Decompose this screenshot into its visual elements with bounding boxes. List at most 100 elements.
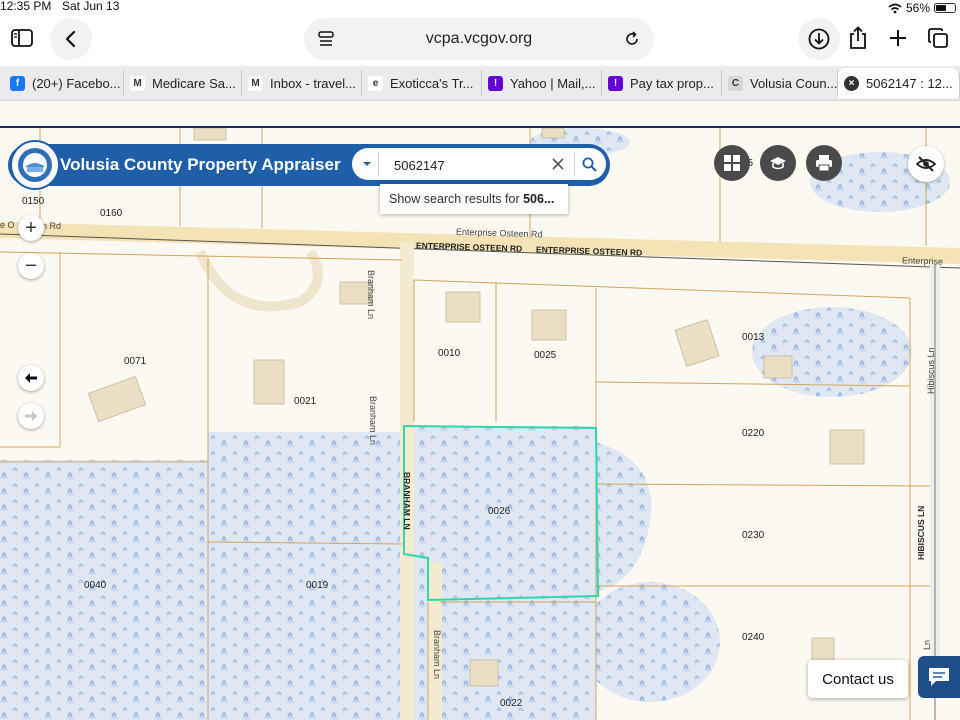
downloads-button[interactable] xyxy=(798,18,840,60)
wifi-icon xyxy=(888,3,902,13)
parcel-label: 0026 xyxy=(488,506,511,517)
map-canvas xyxy=(0,128,960,720)
tab-label: (20+) Facebo... xyxy=(32,75,121,91)
search-type-dropdown[interactable] xyxy=(356,152,379,176)
close-icon xyxy=(552,158,564,170)
seal-icon xyxy=(18,148,52,182)
road-label: Branham Ln xyxy=(432,630,442,680)
sidebar-toggle-button[interactable] xyxy=(6,22,38,54)
grid-icon xyxy=(724,155,740,171)
new-tab-button[interactable] xyxy=(882,22,914,54)
parcel-map[interactable]: 0150 0160 0071 0021 0010 0025 0013 0220 … xyxy=(0,126,960,720)
road-label: Hibiscus Ln xyxy=(926,347,936,394)
app-title: Volusia County Property Appraiser xyxy=(60,155,341,174)
parcel-label: 0022 xyxy=(500,698,523,709)
road-label: Branham Ln xyxy=(368,396,378,446)
tab-label: Volusia Coun... xyxy=(750,75,838,91)
parcel-label: 0230 xyxy=(742,530,765,541)
tab-label: Exoticca's Tr... xyxy=(390,75,474,91)
parcel-label: 0021 xyxy=(294,396,317,407)
tab-overview-button[interactable] xyxy=(922,22,954,54)
url-text: vcpa.vcgov.org xyxy=(425,30,533,47)
parcel-label: 0025 xyxy=(534,350,557,361)
exoticca-icon: e xyxy=(368,75,383,91)
print-button[interactable] xyxy=(806,145,842,181)
generic-site-icon: C xyxy=(728,75,743,91)
status-date: Sat Jun 13 xyxy=(62,0,120,13)
sidebar-icon xyxy=(11,29,33,47)
road-label: Branham Ln xyxy=(366,270,376,320)
chat-button[interactable] xyxy=(918,656,960,698)
zoom-out-button[interactable]: − xyxy=(18,253,44,279)
contact-us-button[interactable]: Contact us xyxy=(808,660,908,698)
toggle-visibility-button[interactable] xyxy=(908,146,944,182)
basemap-gallery-button[interactable] xyxy=(714,145,750,181)
eye-slash-icon xyxy=(916,156,936,172)
search-suggestion[interactable]: Show search results for 506... xyxy=(380,184,568,214)
search-icon xyxy=(582,157,597,172)
share-button[interactable] xyxy=(842,22,874,54)
status-bar: 12:35 PM Sat Jun 13 56% xyxy=(0,0,960,15)
status-time: 12:35 PM xyxy=(0,0,52,13)
road-label: Enterprise xyxy=(901,255,944,267)
parcel-label: 0150 xyxy=(22,196,45,207)
browser-toolbar: vcpa.vcgov.org xyxy=(0,14,960,66)
download-icon xyxy=(808,28,830,50)
tab-label: Pay tax prop... xyxy=(630,75,714,91)
parcel-label: 0160 xyxy=(100,208,123,219)
suggestion-prefix: Show search results for xyxy=(389,192,524,206)
browser-tab[interactable]: e Exoticca's Tr... xyxy=(362,70,482,96)
chevron-left-icon xyxy=(65,30,76,48)
parcel-label: 0010 xyxy=(438,348,461,359)
share-icon xyxy=(850,26,866,49)
facebook-icon: f xyxy=(10,75,25,91)
tabs-icon xyxy=(928,28,948,48)
browser-tab[interactable]: f (20+) Facebo... xyxy=(4,70,124,96)
browser-tab[interactable]: M Medicare Sa... xyxy=(124,70,242,96)
gmail-icon: M xyxy=(248,75,263,91)
parcel-label: 0071 xyxy=(124,356,147,367)
medicare-m-icon: M xyxy=(130,75,145,91)
road-label: e O xyxy=(0,220,15,230)
tab-label: Inbox - travel... xyxy=(270,75,356,91)
suggestion-term: 506... xyxy=(523,192,555,206)
parcel-search-input[interactable] xyxy=(392,154,546,176)
next-extent-button[interactable] xyxy=(18,403,44,429)
tab-label: 5062147 : 12... xyxy=(866,75,953,91)
browser-tab[interactable]: ! Yahoo | Mail,... xyxy=(482,70,602,96)
parcel-label: 0220 xyxy=(742,428,765,439)
reload-icon[interactable] xyxy=(624,31,640,47)
parcel-label: 0019 xyxy=(306,580,329,591)
print-icon xyxy=(816,155,832,172)
layers-button[interactable] xyxy=(760,145,796,181)
browser-tab[interactable]: M Inbox - travel... xyxy=(242,70,362,96)
road-label: Ln xyxy=(922,639,932,650)
parcel-label: 0013 xyxy=(742,332,765,343)
close-icon[interactable]: × xyxy=(844,75,859,91)
search-button[interactable] xyxy=(574,152,603,176)
battery-percent: 56% xyxy=(905,1,930,15)
yahoo-icon: ! xyxy=(608,75,623,91)
chat-icon xyxy=(929,668,949,686)
layers-icon xyxy=(770,157,786,170)
road-label: n Rd xyxy=(42,221,62,231)
battery-icon xyxy=(934,3,956,13)
browser-tab[interactable]: × 5062147 : 12... xyxy=(838,68,960,98)
tab-label: Medicare Sa... xyxy=(152,75,236,91)
yahoo-icon: ! xyxy=(488,75,503,91)
back-button[interactable] xyxy=(50,18,92,60)
road-label: BRANHAM LN xyxy=(402,472,412,530)
zoom-in-button[interactable]: + xyxy=(18,215,44,241)
clear-search-button[interactable] xyxy=(548,154,568,174)
arrow-left-icon xyxy=(25,373,37,383)
parcel-label: 0040 xyxy=(84,580,107,591)
tab-bar: f (20+) Facebo... M Medicare Sa... M Inbox - … xyxy=(0,66,960,101)
previous-extent-button[interactable] xyxy=(18,365,44,391)
road-label: HIBISCUS LN xyxy=(916,505,926,560)
browser-tab[interactable]: ! Pay tax prop... xyxy=(602,70,722,96)
county-seal-logo[interactable] xyxy=(10,140,60,190)
tab-label: Yahoo | Mail,... xyxy=(510,75,596,91)
address-bar[interactable]: vcpa.vcgov.org xyxy=(304,18,654,60)
browser-tab[interactable]: C Volusia Coun... xyxy=(722,70,838,96)
plus-icon xyxy=(890,30,906,46)
